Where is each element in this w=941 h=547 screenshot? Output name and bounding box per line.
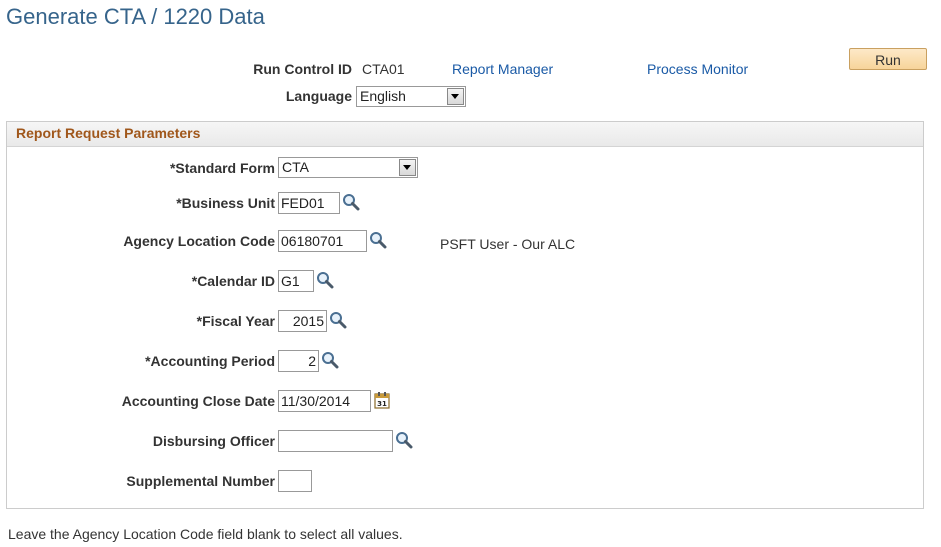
standard-form-label: *Standard Form [169,160,275,176]
standard-form-value: CTA [282,159,309,175]
calendar-id-label: *Calendar ID [191,273,275,289]
supplemental-number-input[interactable] [278,470,312,492]
chevron-down-icon[interactable] [447,88,464,105]
chevron-down-icon[interactable] [399,159,416,176]
disbursing-officer-label: Disbursing Officer [152,433,275,449]
accounting-close-date-input[interactable]: 11/30/2014 [278,390,371,412]
agency-location-code-label: Agency Location Code [123,233,275,249]
fiscal-year-label: *Fiscal Year [196,313,275,329]
magnifier-lookup-icon[interactable] [395,431,413,449]
language-select-value: English [360,88,406,104]
accounting-period-label: *Accounting Period [145,353,275,369]
business-unit-label: *Business Unit [176,195,275,211]
page-title: Generate CTA / 1220 Data [6,4,265,29]
magnifier-lookup-icon[interactable] [316,271,334,289]
footer-note: Leave the Agency Location Code field bla… [8,526,403,542]
business-unit-input[interactable]: FED01 [278,192,340,214]
magnifier-lookup-icon[interactable] [342,193,360,211]
report-manager-link[interactable]: Report Manager [452,61,553,77]
agency-location-code-description: PSFT User - Our ALC [440,236,576,252]
language-label: Language [285,88,352,104]
calendar-icon[interactable] [374,391,390,409]
fiscal-year-input[interactable]: 2015 [278,310,327,332]
magnifier-lookup-icon[interactable] [369,231,387,249]
standard-form-select[interactable]: CTA [278,157,418,178]
supplemental-number-label: Supplemental Number [126,473,275,489]
magnifier-lookup-icon[interactable] [329,311,347,329]
accounting-close-date-label: Accounting Close Date [121,393,275,409]
run-control-id-label: Run Control ID [253,61,352,77]
accounting-period-input[interactable]: 2 [278,350,319,372]
agency-location-code-input[interactable]: 06180701 [278,230,367,252]
run-button[interactable]: Run [849,48,927,70]
disbursing-officer-input[interactable] [278,430,393,452]
panel-header: Report Request Parameters [7,122,923,147]
magnifier-lookup-icon[interactable] [321,351,339,369]
run-control-id-value: CTA01 [362,61,405,77]
language-select[interactable]: English [356,86,466,107]
panel-title: Report Request Parameters [16,125,201,141]
calendar-id-input[interactable]: G1 [278,270,314,292]
process-monitor-link[interactable]: Process Monitor [647,61,748,77]
